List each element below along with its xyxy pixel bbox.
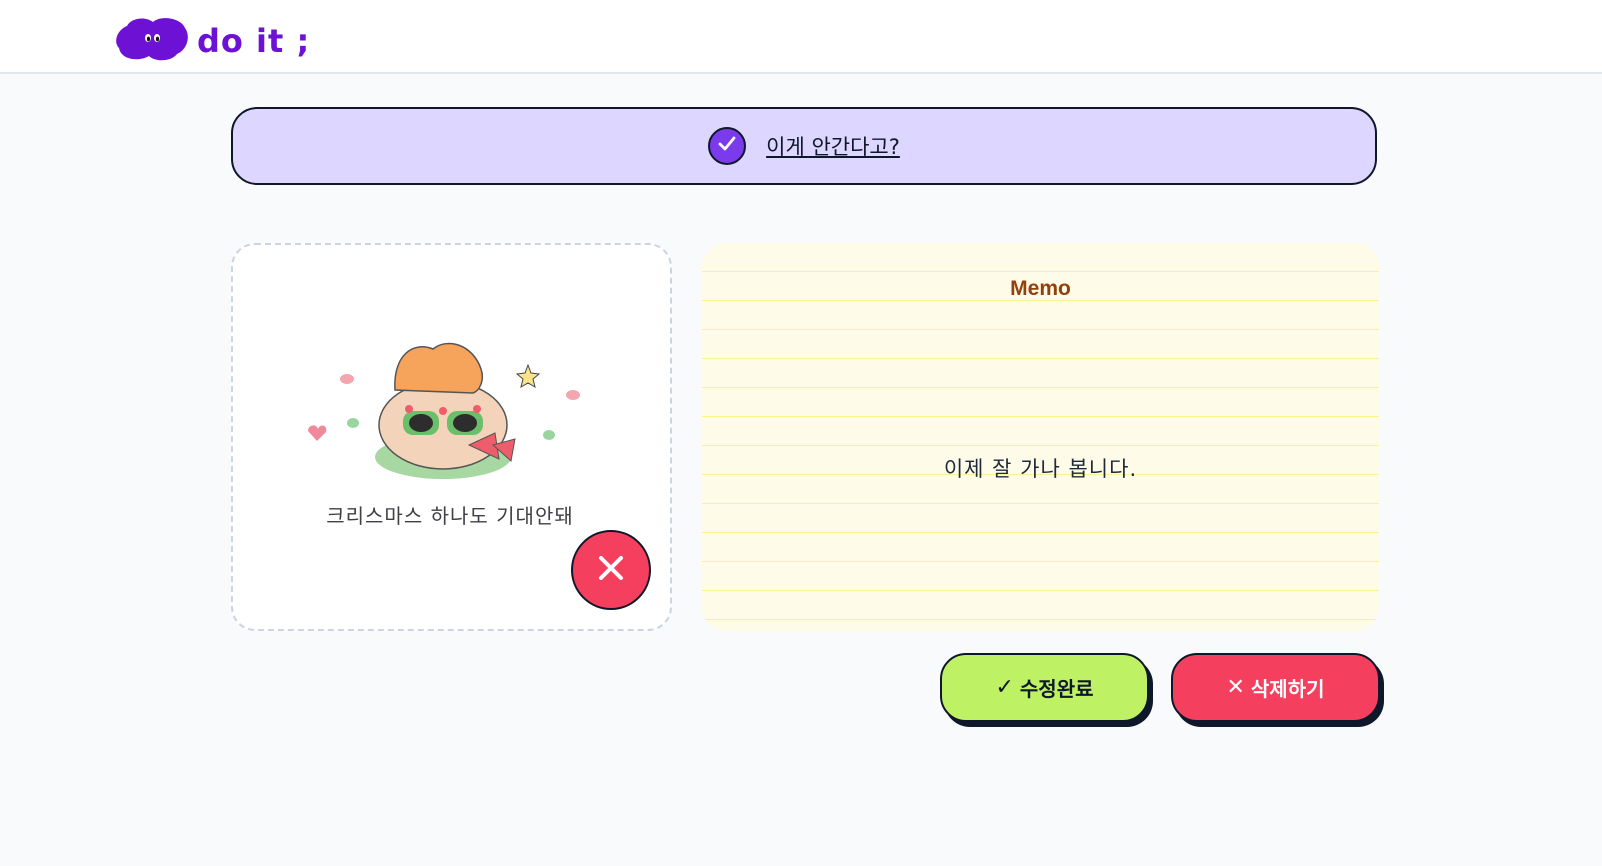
memo-panel: Memo 이제 잘 가나 봅니다. — [702, 243, 1379, 631]
logo-text: do it ; — [197, 22, 311, 60]
logo-mascot-icon — [115, 16, 189, 66]
close-icon — [596, 553, 626, 587]
header: do it ; — [0, 0, 1602, 74]
todo-title-bar: 이게 안간다고? — [231, 107, 1377, 185]
image-upload-box[interactable]: 크리스마스 하나도 기대안돼 — [231, 243, 672, 631]
image-caption: 크리스마스 하나도 기대안돼 — [326, 504, 574, 528]
check-icon — [716, 133, 738, 159]
remove-image-button[interactable] — [571, 530, 651, 610]
memo-textarea[interactable]: 이제 잘 가나 봅니다. — [702, 453, 1379, 483]
memo-title: Memo — [1010, 277, 1071, 300]
close-icon: ✕ — [1226, 675, 1245, 700]
check-icon: ✓ — [995, 675, 1014, 700]
complete-edit-button[interactable]: ✓ 수정완료 — [940, 653, 1149, 722]
delete-label: 삭제하기 — [1250, 677, 1325, 701]
todo-title[interactable]: 이게 안간다고? — [766, 131, 900, 161]
delete-button[interactable]: ✕ 삭제하기 — [1171, 653, 1380, 722]
complete-edit-label: 수정완료 — [1019, 677, 1094, 701]
logo[interactable]: do it ; — [115, 16, 310, 66]
checkbox[interactable] — [708, 127, 747, 165]
